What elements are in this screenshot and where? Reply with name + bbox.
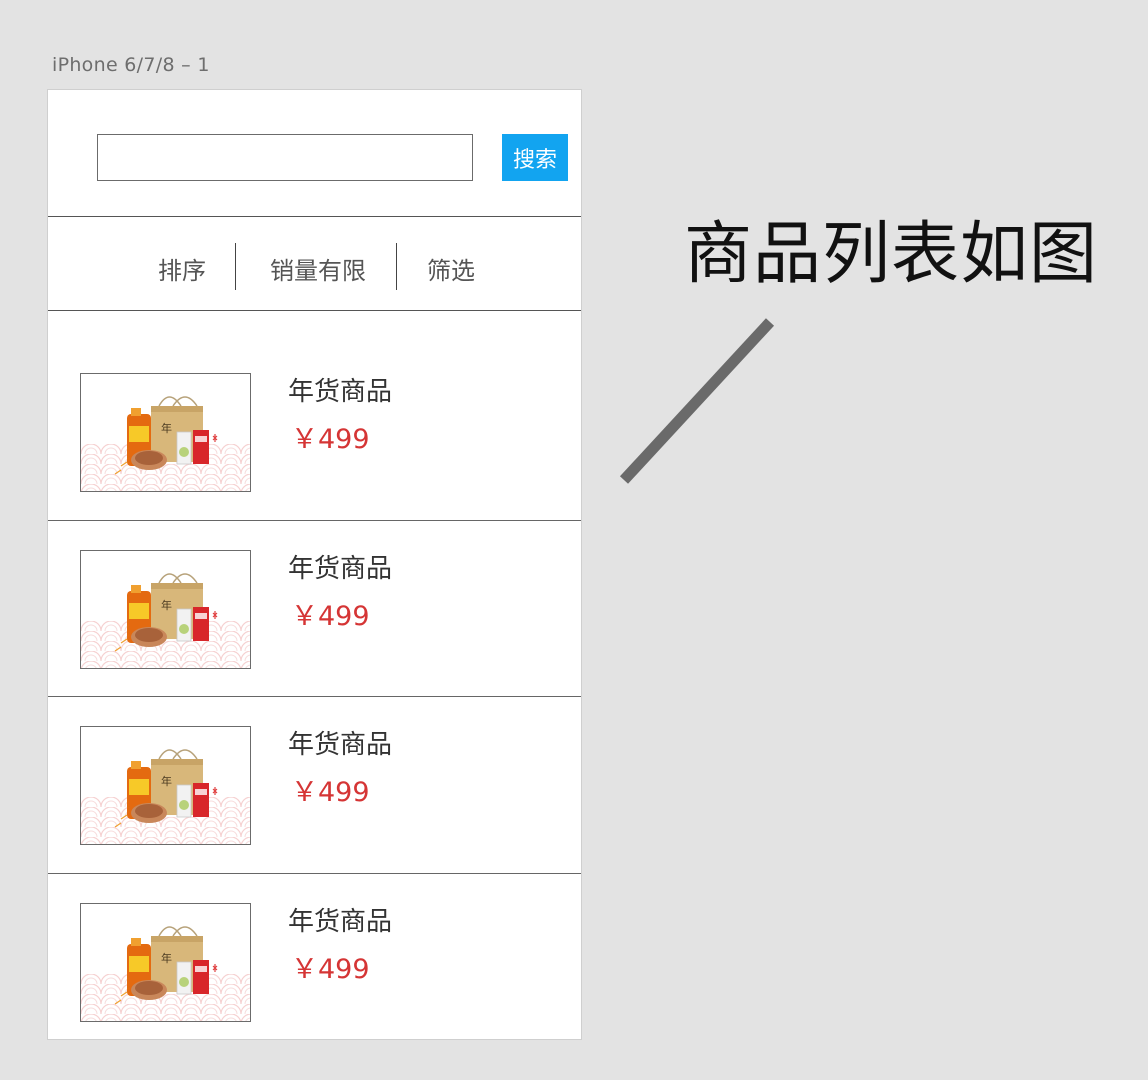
annotation-pointer-line	[619, 318, 775, 484]
